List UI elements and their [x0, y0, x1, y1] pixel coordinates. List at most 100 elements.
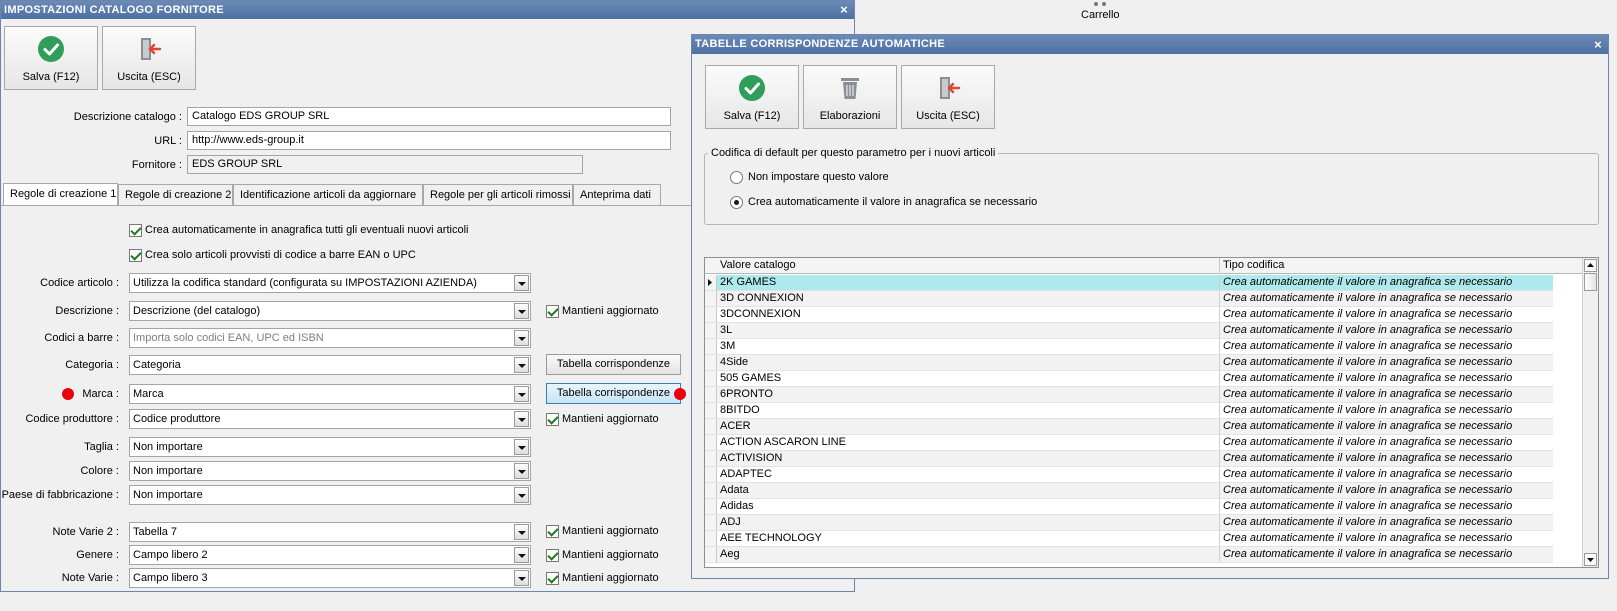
chevron-down-icon[interactable] [514, 487, 529, 503]
tab-identificazione[interactable]: Identificazione articoli da aggiornare [233, 184, 423, 205]
table-row[interactable]: 3L Crea automaticamente il valore in anag… [705, 323, 1553, 339]
radio-crea-automaticamente[interactable] [730, 196, 743, 209]
row-indicator[interactable] [705, 499, 717, 514]
paese-select[interactable]: Non importare [129, 485, 531, 505]
tab-regole-2[interactable]: Regole di creazione 2 [118, 184, 233, 205]
categoria-tabella-button[interactable]: Tabella corrispondenze [546, 354, 681, 375]
cell-tipo-codifica[interactable]: Crea automaticamente il valore in anagra… [1220, 451, 1553, 466]
main-save-button[interactable]: Salva (F12) [4, 26, 98, 90]
table-row[interactable]: ACER Crea automaticamente il valore in an… [705, 419, 1553, 435]
note-varie-mantieni-checkbox[interactable] [546, 572, 559, 585]
tab-articoli-rimossi[interactable]: Regole per gli articoli rimossi [423, 184, 573, 205]
cell-valore-catalogo[interactable]: Aeg [717, 547, 1220, 562]
row-indicator[interactable] [705, 291, 717, 306]
scroll-down-icon[interactable] [1584, 553, 1597, 566]
grid-col-tipo-codifica[interactable]: Tipo codifica [1220, 258, 1553, 274]
table-row[interactable]: 8BITDO Crea automaticamente il valore in … [705, 403, 1553, 419]
dialog-save-button[interactable]: Salva (F12) [705, 65, 799, 129]
marca-tabella-button[interactable]: Tabella corrispondenze [546, 383, 681, 404]
only-barcode-checkbox[interactable] [129, 249, 142, 262]
row-indicator[interactable] [705, 307, 717, 322]
cell-tipo-codifica[interactable]: Crea automaticamente il valore in anagra… [1220, 339, 1553, 354]
table-row[interactable]: Adidas Crea automaticamente il valore in … [705, 499, 1553, 515]
taglia-select[interactable]: Non importare [129, 437, 531, 457]
table-row[interactable]: 6PRONTO Crea automaticamente il valore in… [705, 387, 1553, 403]
cell-tipo-codifica[interactable]: Crea automaticamente il valore in anagra… [1220, 483, 1553, 498]
chevron-down-icon[interactable] [514, 524, 529, 540]
row-indicator[interactable] [705, 371, 717, 386]
note-varie2-mantieni-checkbox[interactable] [546, 525, 559, 538]
table-row[interactable]: 505 GAMES Crea automaticamente il valore … [705, 371, 1553, 387]
row-indicator[interactable] [705, 387, 717, 402]
table-row[interactable]: 3M Crea automaticamente il valore in anag… [705, 339, 1553, 355]
scroll-up-icon[interactable] [1584, 259, 1597, 272]
cell-tipo-codifica[interactable]: Crea automaticamente il valore in anagra… [1220, 467, 1553, 482]
marca-select[interactable]: Marca [129, 384, 531, 404]
chevron-down-icon[interactable] [514, 386, 529, 402]
table-row[interactable]: AEE TECHNOLOGY Crea automaticamente il va… [705, 531, 1553, 547]
cell-valore-catalogo[interactable]: ADAPTEC [717, 467, 1220, 482]
cell-tipo-codifica[interactable]: Crea automaticamente il valore in anagra… [1220, 419, 1553, 434]
table-row[interactable]: ADJ Crea automaticamente il valore in ana… [705, 515, 1553, 531]
dialog-exit-button[interactable]: Uscita (ESC) [901, 65, 995, 129]
auto-create-checkbox[interactable] [129, 224, 142, 237]
cell-valore-catalogo[interactable]: 3DCONNEXION [717, 307, 1220, 322]
chevron-down-icon[interactable] [514, 275, 529, 291]
note-varie-select[interactable]: Campo libero 3 [129, 568, 531, 588]
genere-mantieni-checkbox[interactable] [546, 549, 559, 562]
cell-valore-catalogo[interactable]: ACTION ASCARON LINE [717, 435, 1220, 450]
mapping-grid[interactable]: Valore catalogo Tipo codifica 2K GAMES Cr… [704, 257, 1599, 568]
cell-tipo-codifica[interactable]: Crea automaticamente il valore in anagra… [1220, 499, 1553, 514]
cell-tipo-codifica[interactable]: Crea automaticamente il valore in anagra… [1220, 515, 1553, 530]
cell-tipo-codifica[interactable]: Crea automaticamente il valore in anagra… [1220, 323, 1553, 338]
row-indicator[interactable] [705, 419, 717, 434]
cell-valore-catalogo[interactable]: 4Side [717, 355, 1220, 370]
codice-articolo-select[interactable]: Utilizza la codifica standard (configura… [129, 273, 531, 293]
genere-select[interactable]: Campo libero 2 [129, 545, 531, 565]
table-row[interactable]: ACTION ASCARON LINE Crea automaticamente … [705, 435, 1553, 451]
cell-tipo-codifica[interactable]: Crea automaticamente il valore in anagra… [1220, 403, 1553, 418]
table-row[interactable]: ADAPTEC Crea automaticamente il valore in… [705, 467, 1553, 483]
row-indicator[interactable] [705, 547, 717, 562]
cell-valore-catalogo[interactable]: 3L [717, 323, 1220, 338]
chevron-down-icon[interactable] [514, 547, 529, 563]
row-indicator[interactable] [705, 435, 717, 450]
cell-valore-catalogo[interactable]: ADJ [717, 515, 1220, 530]
row-indicator[interactable] [705, 323, 717, 338]
cell-valore-catalogo[interactable]: 8BITDO [717, 403, 1220, 418]
chevron-down-icon[interactable] [514, 439, 529, 455]
cell-tipo-codifica[interactable]: Crea automaticamente il valore in anagra… [1220, 387, 1553, 402]
grid-col-valore-catalogo[interactable]: Valore catalogo [717, 258, 1220, 274]
chevron-down-icon[interactable] [514, 463, 529, 479]
url-input[interactable]: http://www.eds-group.it [187, 131, 671, 150]
row-indicator[interactable] [705, 483, 717, 498]
cell-valore-catalogo[interactable]: 6PRONTO [717, 387, 1220, 402]
cell-tipo-codifica[interactable]: Crea automaticamente il valore in anagra… [1220, 275, 1553, 290]
cell-valore-catalogo[interactable]: 3D CONNEXION [717, 291, 1220, 306]
cart-icon[interactable] [1092, 0, 1108, 6]
cell-tipo-codifica[interactable]: Crea automaticamente il valore in anagra… [1220, 355, 1553, 370]
row-indicator[interactable] [705, 403, 717, 418]
cell-valore-catalogo[interactable]: Adidas [717, 499, 1220, 514]
row-indicator[interactable] [705, 531, 717, 546]
main-exit-button[interactable]: Uscita (ESC) [102, 26, 196, 90]
cell-tipo-codifica[interactable]: Crea automaticamente il valore in anagra… [1220, 371, 1553, 386]
table-row[interactable]: 3D CONNEXION Crea automaticamente il valo… [705, 291, 1553, 307]
elaborazioni-button[interactable]: Elaborazioni [803, 65, 897, 129]
cart-label[interactable]: Carrello [1081, 9, 1120, 21]
row-indicator[interactable] [705, 355, 717, 370]
note-varie2-select[interactable]: Tabella 7 [129, 522, 531, 542]
categoria-select[interactable]: Categoria [129, 355, 531, 375]
table-row[interactable]: 4Side Crea automaticamente il valore in a… [705, 355, 1553, 371]
cell-valore-catalogo[interactable]: 3M [717, 339, 1220, 354]
chevron-down-icon[interactable] [514, 303, 529, 319]
cell-tipo-codifica[interactable]: Crea automaticamente il valore in anagra… [1220, 547, 1553, 562]
chevron-down-icon[interactable] [514, 357, 529, 373]
cell-valore-catalogo[interactable]: AEE TECHNOLOGY [717, 531, 1220, 546]
table-row[interactable]: Aeg Crea automaticamente il valore in ana… [705, 547, 1553, 563]
table-row[interactable]: 2K GAMES Crea automaticamente il valore i… [705, 275, 1553, 291]
codice-produttore-select[interactable]: Codice produttore [129, 409, 531, 429]
cell-valore-catalogo[interactable]: Adata [717, 483, 1220, 498]
row-indicator[interactable] [705, 515, 717, 530]
descrizione-select[interactable]: Descrizione (del catalogo) [129, 301, 531, 321]
